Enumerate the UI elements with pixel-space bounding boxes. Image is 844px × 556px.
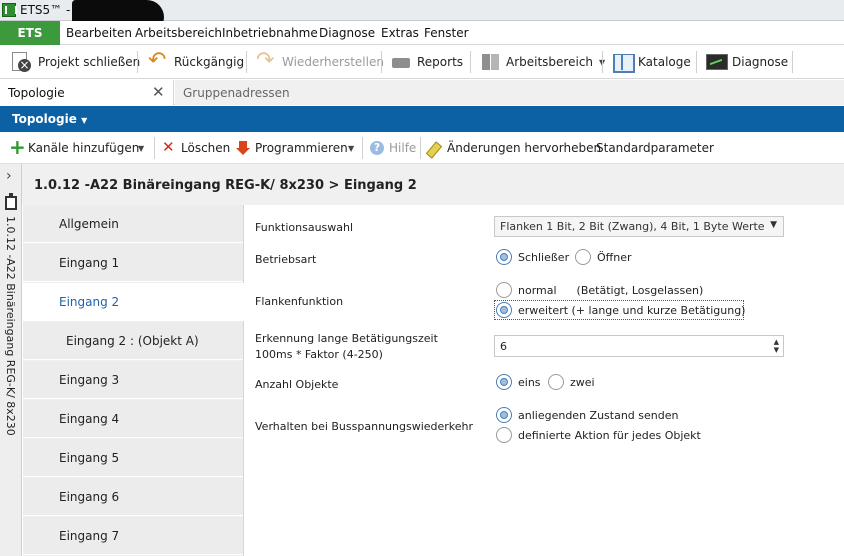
betriebsart-option-oeffner[interactable]: Öffner xyxy=(575,249,632,265)
help-icon xyxy=(370,141,384,155)
tab-strip: Topologie ✕ Gruppenadressen xyxy=(0,80,844,105)
nav-item-eingang-2-objekt-a[interactable]: Eingang 2 : (Objekt A) xyxy=(23,322,243,360)
main-toolbar: Projekt schließen Rückgängig Wiederherst… xyxy=(0,45,844,79)
erkennung-spinbox[interactable]: 6 ▲ ▼ xyxy=(494,335,784,357)
collapsed-device-pane[interactable]: › 1.0.12 -A22 Binäreingang REG-K/ 8x230 xyxy=(0,164,22,556)
flankenfunktion-option-erweitert[interactable]: erweitert (+ lange und kurze Betätigung) xyxy=(496,302,745,318)
parameter-panel: Funktionsauswahl Flanken 1 Bit, 2 Bit (Z… xyxy=(245,205,844,556)
collapsed-device-label: 1.0.12 -A22 Binäreingang REG-K/ 8x230 xyxy=(4,216,17,436)
device-icon xyxy=(5,193,17,210)
anzahl-objekte-option-eins[interactable]: eins xyxy=(496,374,541,390)
printer-icon xyxy=(391,52,411,72)
add-channels-dropdown[interactable]: ▼ xyxy=(138,132,144,164)
title-bar: ETS5™ - xyxy=(0,0,844,31)
nav-item-eingang-1[interactable]: Eingang 1 xyxy=(23,244,243,282)
menu-bar: ETS Bearbeiten Arbeitsbereich Inbetriebn… xyxy=(0,21,844,45)
highlighter-icon xyxy=(428,141,442,155)
menu-fenster[interactable]: Fenster xyxy=(424,26,469,40)
delete-button[interactable]: Löschen xyxy=(162,132,230,164)
diagnose-monitor-icon xyxy=(706,52,728,72)
undo-button[interactable]: Rückgängig xyxy=(148,45,244,79)
tab-gruppenadressen[interactable]: Gruppenadressen xyxy=(175,80,844,105)
nav-item-eingang-5[interactable]: Eingang 5 xyxy=(23,439,243,477)
menu-arbeitsbereich[interactable]: Arbeitsbereich xyxy=(135,26,222,40)
ets-app-icon xyxy=(2,3,17,17)
default-parameters-button[interactable]: Standardparameter xyxy=(596,132,714,164)
nav-item-eingang-4[interactable]: Eingang 4 xyxy=(23,400,243,438)
add-channels-button[interactable]: Kanäle hinzufügen xyxy=(9,132,139,164)
nav-item-eingang-2[interactable]: Eingang 2 xyxy=(23,283,245,321)
program-button[interactable]: Programmieren xyxy=(236,132,348,164)
chevron-down-icon: ▼ xyxy=(348,143,355,153)
chevron-down-icon: ▼ xyxy=(138,143,145,153)
anzahl-objekte-option-zwei[interactable]: zwei xyxy=(548,374,595,390)
erkennung-label-line2: 100ms * Faktor (4-250) xyxy=(255,348,383,361)
redo-button[interactable]: Wiederherstellen xyxy=(256,45,384,79)
menu-bearbeiten[interactable]: Bearbeiten xyxy=(66,26,132,40)
funktionsauswahl-label: Funktionsauswahl xyxy=(255,221,354,234)
menu-diagnose[interactable]: Diagnose xyxy=(319,26,375,40)
funktionsauswahl-select[interactable]: Flanken 1 Bit, 2 Bit (Zwang), 4 Bit, 1 B… xyxy=(494,216,784,237)
spin-down-icon[interactable]: ▼ xyxy=(774,346,779,354)
flankenfunktion-option-normal[interactable]: normal (Betätigt, Losgelassen) xyxy=(496,282,703,298)
program-download-icon xyxy=(236,141,250,155)
close-icon[interactable]: ✕ xyxy=(152,83,165,101)
nav-item-eingang-6[interactable]: Eingang 6 xyxy=(23,478,243,516)
workspace-button[interactable]: Arbeitsbereich ▼ xyxy=(480,45,605,79)
menu-inbetriebnahme[interactable]: Inbetriebnahme xyxy=(222,26,318,40)
anzahl-objekte-label: Anzahl Objekte xyxy=(255,378,339,391)
nav-item-allgemein[interactable]: Allgemein xyxy=(23,205,243,243)
redo-icon xyxy=(256,48,276,73)
verhalten-option-zustand-senden[interactable]: anliegenden Zustand senden xyxy=(496,407,678,423)
verhalten-option-definierte-aktion[interactable]: definierte Aktion für jedes Objekt xyxy=(496,427,701,443)
topology-toolbar: Kanäle hinzufügen ▼ Löschen Programmiere… xyxy=(0,132,844,164)
program-dropdown[interactable]: ▼ xyxy=(348,132,354,164)
window-title: ETS5™ - xyxy=(20,3,71,17)
chevron-down-icon: ▼ xyxy=(770,220,777,230)
chevron-right-icon[interactable]: › xyxy=(6,168,12,184)
chevron-down-icon: ▼ xyxy=(81,116,88,125)
catalogs-button[interactable]: Kataloge xyxy=(612,45,691,79)
workspace-icon xyxy=(480,52,500,72)
delete-x-icon xyxy=(162,138,176,156)
erkennung-label-line1: Erkennung lange Betätigungszeit xyxy=(255,332,438,345)
panel-header: Topologie ▼ xyxy=(0,106,844,132)
verhalten-label: Verhalten bei Busspannungswiederkehr xyxy=(255,420,474,433)
parameter-nav: Allgemein Eingang 1 Eingang 2 Eingang 2 … xyxy=(23,205,245,556)
flankenfunktion-label: Flankenfunktion xyxy=(255,295,344,308)
nav-item-eingang-7[interactable]: Eingang 7 xyxy=(23,517,243,555)
ets-menu-button[interactable]: ETS xyxy=(0,21,60,45)
menu-extras[interactable]: Extras xyxy=(381,26,419,40)
tab-topologie[interactable]: Topologie ✕ xyxy=(0,80,174,105)
plus-icon xyxy=(9,135,26,159)
breadcrumb-text: 1.0.12 -A22 Binäreingang REG-K/ 8x230 > … xyxy=(34,178,417,193)
undo-icon xyxy=(148,48,168,73)
nav-item-eingang-3[interactable]: Eingang 3 xyxy=(23,361,243,399)
close-project-button[interactable]: Projekt schließen xyxy=(10,45,140,79)
help-button[interactable]: Hilfe xyxy=(370,132,416,164)
betriebsart-option-schliesser[interactable]: Schließer xyxy=(496,249,569,265)
highlight-changes-button[interactable]: Änderungen hervorheben xyxy=(428,132,601,164)
reports-button[interactable]: Reports xyxy=(391,45,463,79)
close-project-icon xyxy=(10,51,32,73)
spin-up-icon[interactable]: ▲ xyxy=(774,338,779,346)
betriebsart-label: Betriebsart xyxy=(255,253,317,266)
breadcrumb: 1.0.12 -A22 Binäreingang REG-K/ 8x230 > … xyxy=(22,164,844,205)
diagnose-button[interactable]: Diagnose xyxy=(706,45,788,79)
catalog-book-icon xyxy=(612,52,635,73)
panel-title-dropdown[interactable]: Topologie ▼ xyxy=(12,112,87,126)
